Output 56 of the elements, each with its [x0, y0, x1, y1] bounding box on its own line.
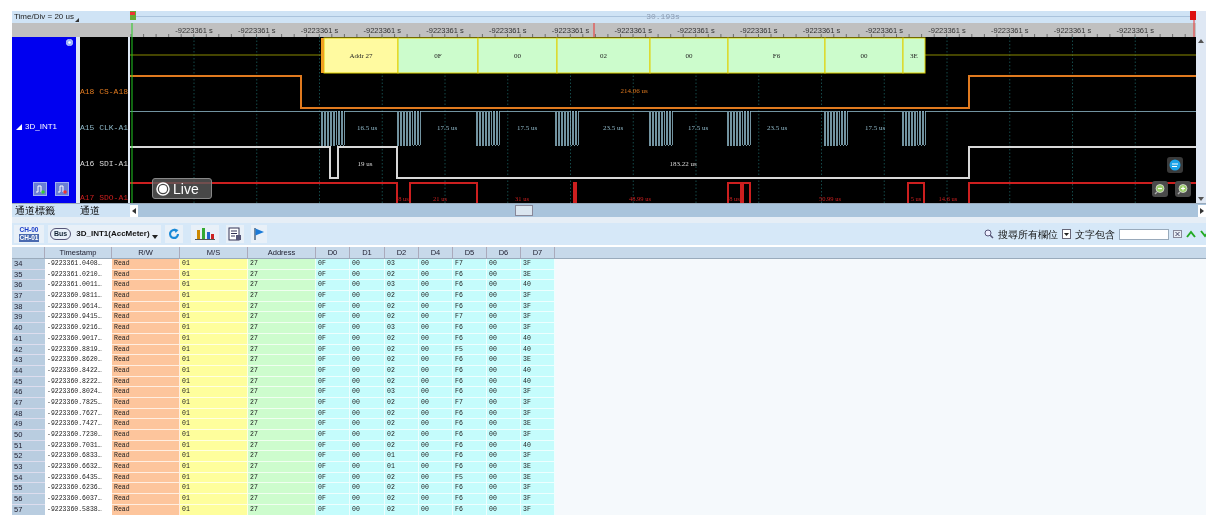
- data-segment[interactable]: [902, 37, 926, 74]
- column-header[interactable]: 通道標籤: [12, 204, 80, 217]
- search-field[interactable]: [1119, 228, 1169, 240]
- zoom-out-button[interactable]: [1152, 181, 1168, 197]
- trigger-cursor[interactable]: [130, 11, 136, 203]
- channel-label[interactable]: A16 SDI-A1: [80, 158, 128, 169]
- data-segment[interactable]: [397, 37, 479, 74]
- match-mode-label: 文字包含: [1075, 227, 1115, 242]
- refresh-icon: [167, 228, 180, 240]
- bar-chart-icon: [193, 227, 216, 241]
- waveform-cross-icon: [57, 184, 67, 194]
- export-button[interactable]: [225, 225, 244, 243]
- data-segment[interactable]: [477, 37, 558, 74]
- data-segment[interactable]: [649, 37, 729, 74]
- channel-label[interactable]: A17 SDO-A1: [80, 193, 128, 203]
- search-icon: [984, 229, 994, 239]
- channel-label[interactable]: A18 CS-A18: [80, 87, 128, 97]
- refresh-button[interactable]: [164, 225, 183, 243]
- flag-button[interactable]: [250, 225, 267, 243]
- vertical-scrollbar[interactable]: [1196, 11, 1206, 203]
- waveform-plus-icon: [35, 184, 45, 194]
- scroll-up-icon[interactable]: [1196, 37, 1206, 45]
- speech-bubble-icon: [1169, 159, 1181, 171]
- zoom-in-button[interactable]: [1175, 181, 1191, 197]
- zoom-out-icon: [1154, 183, 1166, 195]
- caret-icon: [151, 234, 158, 239]
- address-segment[interactable]: [323, 37, 399, 74]
- cursor-time: 30.193s: [646, 12, 680, 21]
- scrollbar-thumb[interactable]: [515, 205, 533, 216]
- statistics-button[interactable]: [190, 225, 219, 243]
- record-icon: [156, 181, 170, 196]
- scroll-right-icon[interactable]: [1198, 204, 1206, 217]
- scroll-left-icon[interactable]: [130, 204, 138, 217]
- channel-label[interactable]: A15 CLK-A1: [80, 123, 128, 133]
- settings-icon[interactable]: [66, 39, 73, 46]
- document-icon: [227, 227, 242, 241]
- zoom-in-icon: [1177, 183, 1189, 195]
- clear-icon[interactable]: [1173, 230, 1182, 238]
- start-marker: [321, 38, 324, 73]
- position-marker: [593, 22, 595, 38]
- group-name[interactable]: 3D_INT1: [25, 123, 57, 131]
- comment-button[interactable]: [1167, 157, 1183, 173]
- remove-channel-button[interactable]: [55, 182, 69, 196]
- search-scope-label[interactable]: 搜尋所有欄位: [998, 226, 1058, 242]
- horizontal-scrollbar[interactable]: [130, 204, 1206, 217]
- caret-icon: [1064, 232, 1069, 236]
- flag-icon: [252, 227, 265, 241]
- expand-icon[interactable]: [16, 124, 22, 130]
- live-button[interactable]: Live: [152, 178, 212, 199]
- end-cursor[interactable]: [1190, 11, 1196, 38]
- waveform-canvas[interactable]: [130, 11, 1196, 203]
- scope-dropdown-button[interactable]: [1062, 229, 1071, 239]
- data-segment[interactable]: [824, 37, 904, 74]
- column-header[interactable]: 通道: [80, 204, 130, 217]
- data-segment[interactable]: [556, 37, 651, 74]
- data-segment[interactable]: [727, 37, 826, 74]
